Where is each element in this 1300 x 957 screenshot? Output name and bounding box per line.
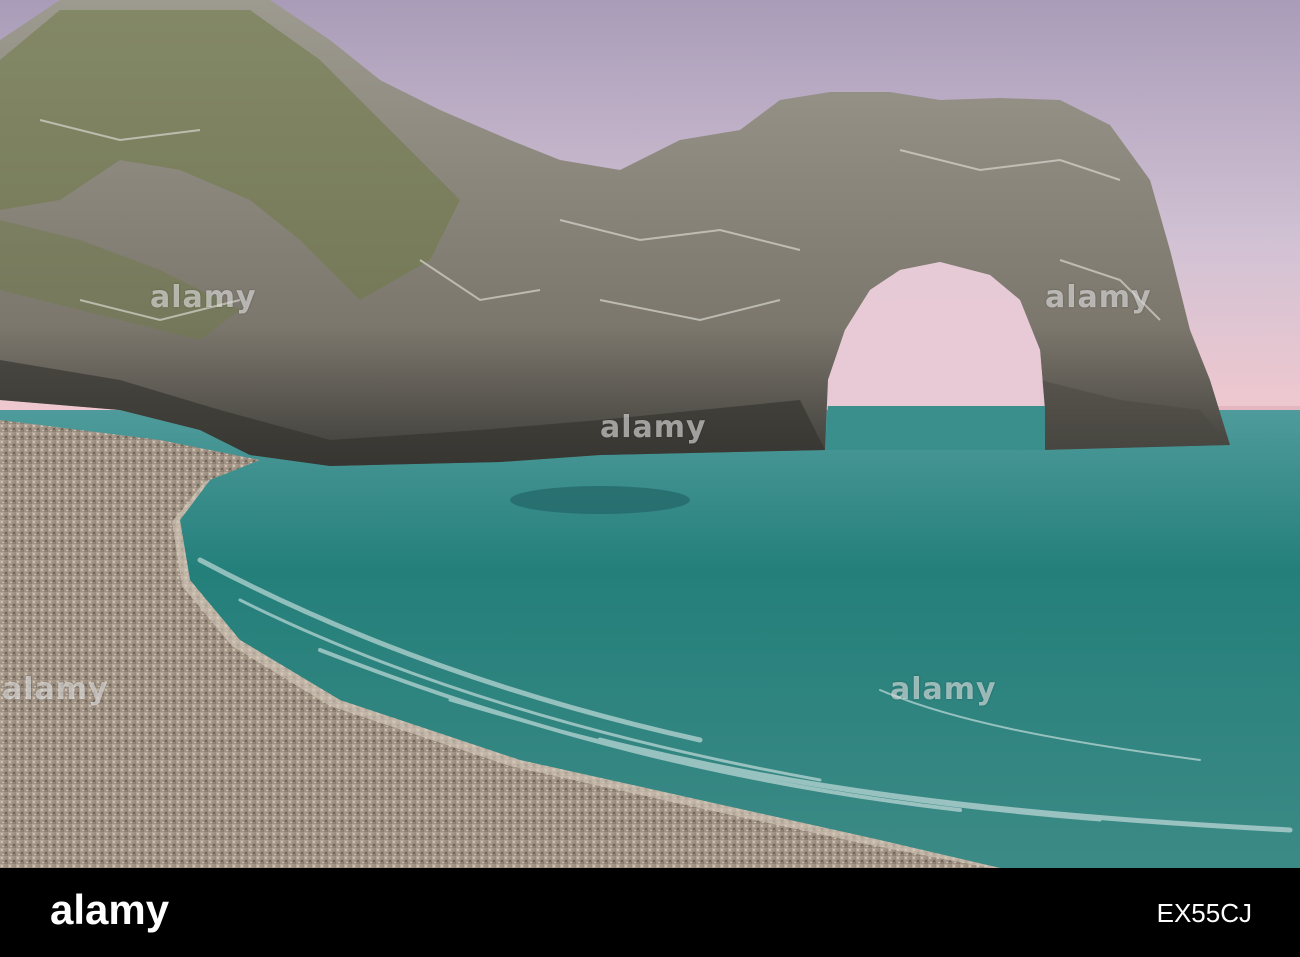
photo: alamy alamy alamy alamy alamy (0, 0, 1300, 868)
watermark: alamy (150, 280, 257, 315)
watermark: alamy (600, 410, 707, 445)
watermark: alamy (2, 672, 109, 707)
brand-logo: alamy (50, 886, 170, 933)
watermark: alamy (1045, 280, 1152, 315)
image-code: EX55CJ (1156, 898, 1252, 928)
watermark: alamy (890, 672, 997, 707)
footer-bar: alamy EX55CJ (0, 868, 1300, 957)
